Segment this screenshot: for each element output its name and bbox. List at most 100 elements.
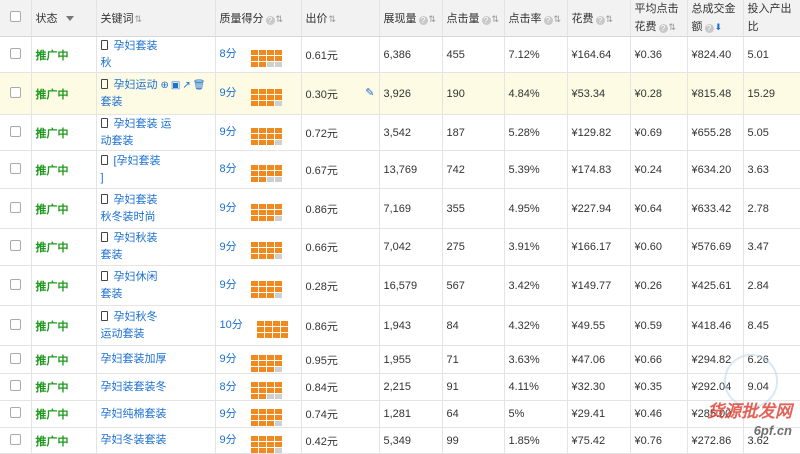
- sort-icon[interactable]: ⇅: [276, 14, 284, 24]
- row-checkbox[interactable]: [9, 240, 21, 251]
- row-select-cell[interactable]: [0, 345, 32, 374]
- avg-cpc-header[interactable]: 平均点击花费? ⇅: [630, 0, 688, 37]
- keyword-text-cont[interactable]: 套装: [101, 288, 123, 300]
- row-checkbox[interactable]: [9, 86, 21, 98]
- keyword-cell[interactable]: 孕妇套装 运动套装: [96, 114, 216, 151]
- quality-score[interactable]: 9分: [220, 434, 237, 446]
- keyword-cell[interactable]: 孕妇秋装套装: [96, 228, 216, 266]
- row-select-cell[interactable]: [0, 114, 32, 151]
- keyword-text[interactable]: 孕妇纯棉套装: [101, 408, 167, 420]
- row-checkbox[interactable]: [9, 407, 21, 418]
- quality-score[interactable]: 8分: [220, 48, 237, 60]
- row-checkbox[interactable]: [9, 278, 21, 290]
- sort-icon[interactable]: ⇅: [135, 14, 143, 24]
- row-action-icons[interactable]: ⊕▣↗🗑: [161, 77, 208, 94]
- table-row[interactable]: 推广中 孕妇套装 秋冬装时尚 9分 0.86元 7,169 355 4.95% ¥227.94 ¥…: [0, 188, 800, 229]
- row-select-cell[interactable]: [0, 400, 32, 428]
- price-cell[interactable]: 0.74元: [301, 400, 380, 428]
- gmv-header[interactable]: 总成交金额? ⬇: [687, 0, 744, 37]
- price-cell[interactable]: 0.86元: [301, 305, 380, 346]
- keyword-text[interactable]: 孕妇秋装: [114, 232, 158, 244]
- keyword-text-cont[interactable]: 套装: [101, 96, 123, 108]
- row-checkbox[interactable]: [9, 201, 21, 213]
- row-select-cell[interactable]: [0, 72, 32, 115]
- table-row[interactable]: 推广中 孕妇秋装 套装 9分 0.66元 7,042 275 3.91% ¥166.17 ¥0.6…: [0, 228, 800, 266]
- sort-icon[interactable]: ⇅: [492, 14, 500, 24]
- price-cell[interactable]: 0.61元: [301, 36, 380, 73]
- keyword-cell[interactable]: 孕妇套装加厚: [96, 345, 216, 374]
- quality-score[interactable]: 9分: [220, 202, 237, 214]
- keyword-cell[interactable]: 孕妇冬装套装: [96, 427, 216, 454]
- row-select-cell[interactable]: [0, 188, 32, 229]
- keyword-text[interactable]: 孕妇装套装冬: [101, 381, 167, 393]
- sort-icon[interactable]: ⇅: [429, 14, 437, 24]
- price-cell[interactable]: 0.86元: [301, 188, 380, 229]
- select-all-cell[interactable]: [0, 0, 32, 37]
- keyword-text[interactable]: 孕妇休闲: [114, 271, 158, 283]
- help-icon[interactable]: ?: [658, 24, 668, 33]
- keyword-text[interactable]: 孕妇套装: [114, 40, 158, 52]
- impressions-header[interactable]: 展现量? ⇅: [379, 0, 443, 37]
- quality-score[interactable]: 9分: [220, 279, 237, 291]
- keyword-text-cont[interactable]: 动套装: [101, 135, 134, 147]
- row-select-cell[interactable]: [0, 265, 32, 306]
- keyword-header[interactable]: 关键词⇅: [96, 0, 216, 37]
- keyword-cell[interactable]: 孕妇休闲套装: [96, 265, 216, 306]
- quality-score[interactable]: 9分: [220, 87, 237, 99]
- quality-header[interactable]: 质量得分? ⇅: [215, 0, 302, 37]
- table-row[interactable]: 推广中 孕妇套装秋 8分 0.61元 6,386 455 7.12% ¥164.64 ¥0.36…: [0, 36, 800, 73]
- help-icon[interactable]: ?: [595, 16, 605, 25]
- keyword-cell[interactable]: 孕妇套装秋: [96, 36, 216, 73]
- keyword-text-cont[interactable]: 运动套装: [101, 328, 145, 340]
- edit-pencil-icon[interactable]: ✎: [365, 86, 374, 99]
- sort-icon[interactable]: ⇅: [669, 22, 677, 32]
- row-select-cell[interactable]: [0, 228, 32, 266]
- table-row[interactable]: 推广中 孕妇套装 运动套装 9分 0.72元 3,542 187 5.28% ¥129.82 ¥…: [0, 114, 800, 151]
- price-cell[interactable]: 0.84元: [301, 373, 380, 401]
- row-select-cell[interactable]: [0, 373, 32, 401]
- table-row[interactable]: 推广中 孕妇套装加厚 9分 0.95元 1,955 71 3.63% ¥47.06 ¥0.66 ¥…: [0, 345, 800, 374]
- price-cell[interactable]: 0.95元: [301, 345, 380, 374]
- help-icon[interactable]: ?: [481, 16, 491, 25]
- keyword-text[interactable]: 孕妇运动: [114, 79, 158, 91]
- keyword-text-cont[interactable]: 秋: [101, 57, 112, 69]
- cost-header[interactable]: 花费? ⇅: [567, 0, 631, 37]
- help-icon[interactable]: ?: [418, 16, 428, 25]
- keyword-cell[interactable]: 孕妇纯棉套装: [96, 400, 216, 428]
- table-row[interactable]: 推广中 孕妇休闲 套装 9分 0.28元 16,579 567 3.42% ¥149.77 ¥0.…: [0, 265, 800, 306]
- price-header[interactable]: 出价⇅: [301, 0, 380, 37]
- keyword-cell[interactable]: 孕妇装套装冬: [96, 373, 216, 401]
- keyword-cell[interactable]: 孕妇运动 ⊕▣↗🗑 套装: [96, 72, 216, 115]
- keyword-cell[interactable]: 孕妇套装 秋冬装时尚: [96, 188, 216, 229]
- status-header[interactable]: 状态: [31, 0, 97, 37]
- help-icon[interactable]: ?: [265, 16, 275, 25]
- sort-icon[interactable]: ⇅: [329, 14, 337, 24]
- keyword-text-cont[interactable]: 套装: [101, 249, 123, 261]
- keyword-text[interactable]: 孕妇套装加厚: [101, 353, 167, 365]
- row-select-cell[interactable]: [0, 150, 32, 189]
- help-icon[interactable]: ?: [543, 16, 553, 25]
- quality-score[interactable]: 8分: [220, 381, 237, 393]
- roi-header[interactable]: 投入产出比: [743, 0, 800, 37]
- clicks-header[interactable]: 点击量? ⇅: [442, 0, 505, 37]
- keyword-cell[interactable]: 孕妇秋冬运动套装: [96, 305, 216, 346]
- quality-score[interactable]: 9分: [220, 408, 237, 420]
- table-row[interactable]: 推广中 孕妇装套装冬 8分 0.84元 2,215 91 4.11% ¥32.30 ¥0.35 ¥…: [0, 373, 800, 401]
- help-icon[interactable]: ?: [704, 24, 714, 33]
- chevron-down-icon[interactable]: [65, 16, 74, 21]
- table-row[interactable]: 推广中 孕妇运动 ⊕▣↗🗑 套装 9分 0.30元 ✎ 3,926 190 4.84% ¥53.34…: [0, 72, 800, 115]
- sort-icon[interactable]: ⇅: [554, 14, 562, 24]
- select-all-checkbox[interactable]: [9, 11, 21, 22]
- row-checkbox[interactable]: [9, 47, 21, 59]
- keyword-text-cont[interactable]: 秋冬装时尚: [101, 211, 156, 223]
- keyword-text-cont[interactable]: ]: [101, 172, 104, 184]
- keyword-text[interactable]: 孕妇冬装套装: [101, 434, 167, 446]
- price-cell[interactable]: 0.72元: [301, 114, 380, 151]
- table-row[interactable]: 推广中 孕妇秋冬 运动套装 10分 0.86元 1,943 84 4.32% ¥49.55 ¥0.…: [0, 305, 800, 346]
- keyword-text[interactable]: 孕妇秋冬: [114, 311, 158, 323]
- price-cell[interactable]: 0.42元: [301, 427, 380, 454]
- price-cell[interactable]: 0.67元: [301, 150, 380, 189]
- quality-score[interactable]: 9分: [220, 241, 237, 253]
- row-checkbox[interactable]: [9, 352, 21, 364]
- row-checkbox[interactable]: [9, 380, 21, 391]
